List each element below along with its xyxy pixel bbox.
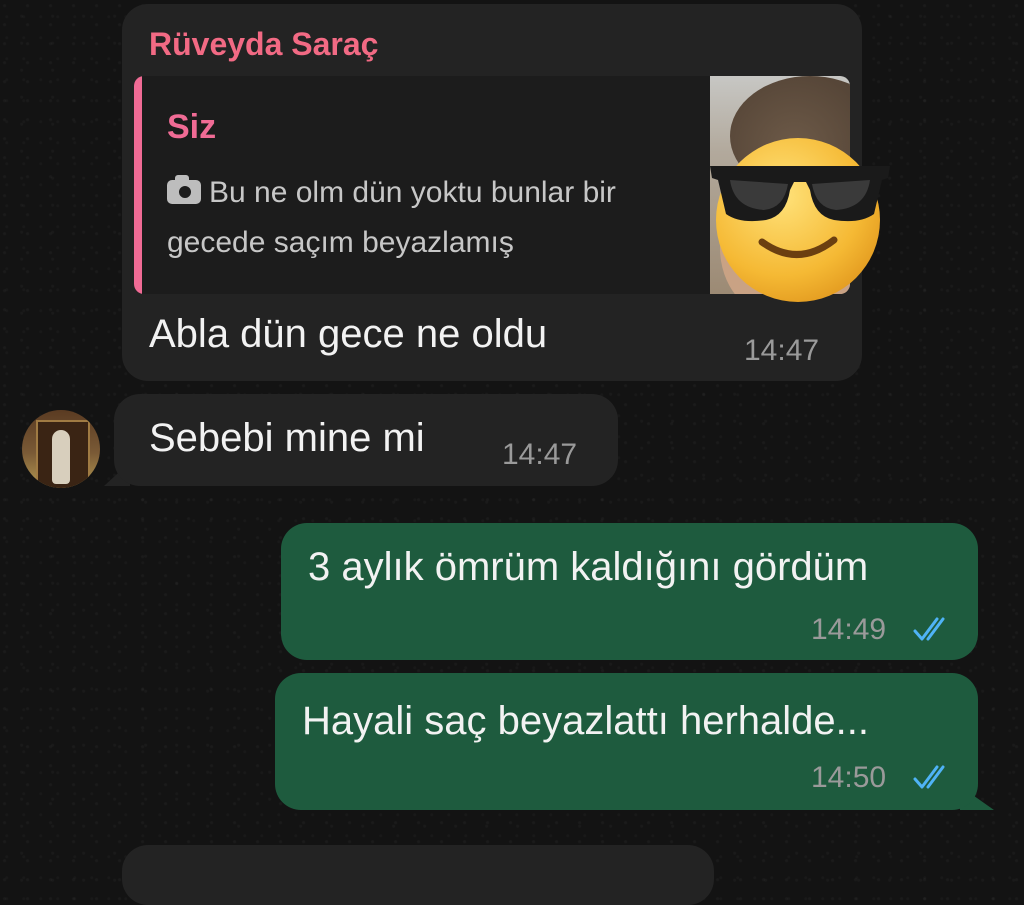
message-bubble-outgoing[interactable]: 3 aylık ömrüm kaldığını gördüm 14:49 — [281, 523, 978, 660]
quote-text-block: Bu ne olm dün yoktu bunlar bir gecede sa… — [167, 168, 687, 268]
sender-name[interactable]: Rüveyda Saraç — [149, 26, 378, 63]
message-text: Hayali saç beyazlattı herhalde... — [302, 699, 869, 743]
message-text: Sebebi mine mi — [149, 416, 425, 460]
double-check-icon — [913, 617, 945, 641]
avatar-person — [52, 430, 70, 484]
camera-icon — [167, 175, 201, 204]
message-timestamp: 14:47 — [744, 334, 820, 367]
message-text: 3 aylık ömrüm kaldığını gördüm — [308, 545, 869, 589]
message-timestamp: 14:49 — [811, 613, 887, 646]
message-text: Abla dün gece ne oldu — [149, 312, 548, 356]
message-bubble-incoming-partial[interactable] — [122, 845, 714, 905]
message-bubble-outgoing[interactable]: Hayali saç beyazlattı herhalde... 14:50 — [275, 673, 978, 810]
quote-author: Siz — [167, 108, 217, 146]
message-bubble-incoming[interactable]: Sebebi mine mi 14:47 — [114, 394, 618, 486]
double-check-icon — [913, 765, 945, 789]
quote-accent-bar — [134, 76, 142, 294]
quote-text: Bu ne olm dün yoktu bunlar bir gecede sa… — [167, 176, 616, 259]
avatar[interactable] — [22, 410, 100, 488]
sunglasses-emoji-icon — [710, 138, 890, 302]
message-timestamp: 14:47 — [502, 438, 578, 471]
message-timestamp: 14:50 — [811, 761, 887, 794]
